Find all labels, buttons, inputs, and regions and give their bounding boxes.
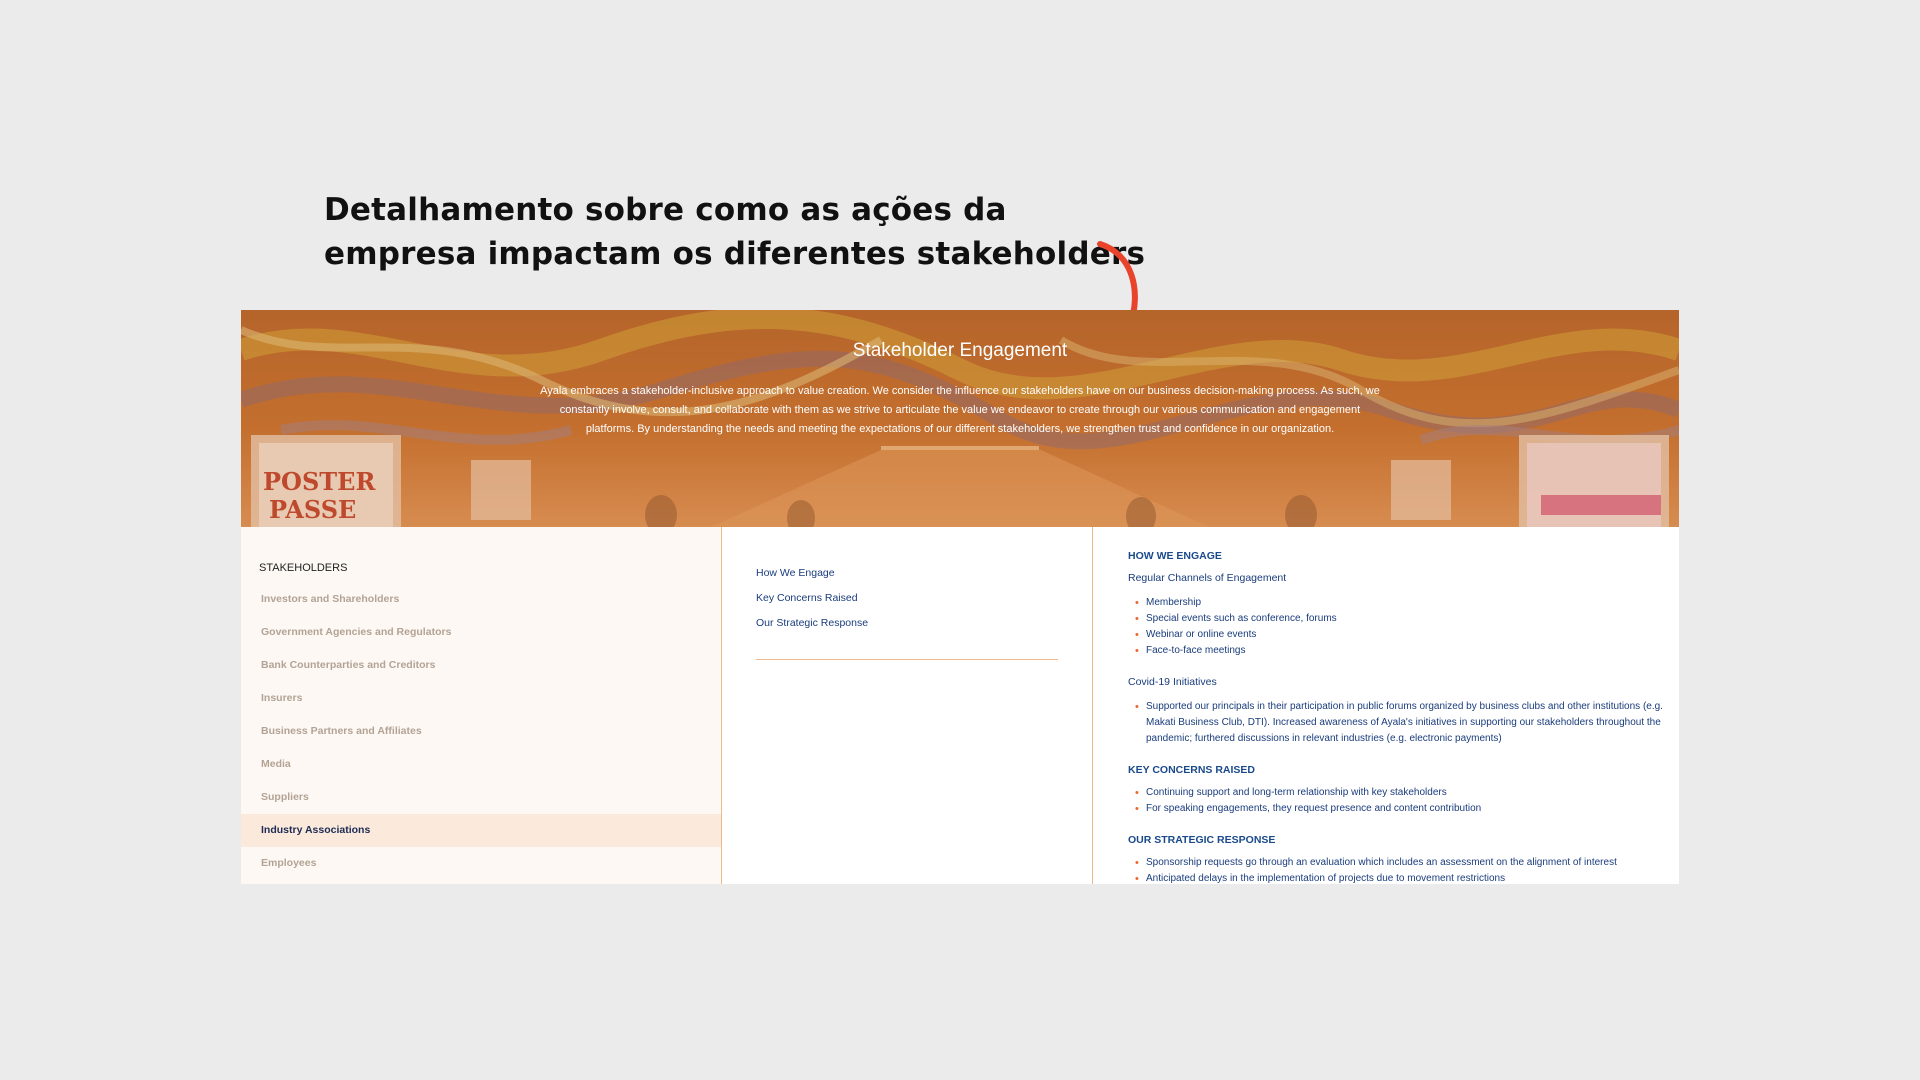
list-item: Continuing support and long-term relatio… bbox=[1128, 785, 1668, 801]
nav-link-key-concerns[interactable]: Key Concerns Raised bbox=[756, 590, 868, 615]
list-item: Sponsorship requests go through an evalu… bbox=[1128, 855, 1668, 871]
sidebar-item-suppliers[interactable]: Suppliers bbox=[241, 781, 721, 814]
covid-initiatives-list: Supported our principals in their partic… bbox=[1128, 699, 1668, 747]
heading-key-concerns: KEY CONCERNS RAISED bbox=[1128, 764, 1255, 776]
hero-description: Ayala embraces a stakeholder-inclusive a… bbox=[540, 385, 1380, 435]
list-item: Webinar or online events bbox=[1128, 627, 1668, 643]
annotation-caption: Detalhamento sobre como as ações da empr… bbox=[324, 188, 1145, 276]
sidebar-item-media[interactable]: Media bbox=[241, 748, 721, 781]
caption-line-2: empresa impactam os diferentes stakehold… bbox=[324, 236, 1146, 272]
hero-banner: POSTER PASSE Stakeholder Engagement Ayal… bbox=[241, 310, 1679, 527]
strategic-response-list: Sponsorship requests go through an evalu… bbox=[1128, 855, 1668, 884]
nav-link-how-we-engage[interactable]: How We Engage bbox=[756, 565, 868, 590]
sidebar-item-investors[interactable]: Investors and Shareholders bbox=[241, 583, 721, 616]
section-nav-list: How We Engage Key Concerns Raised Our St… bbox=[756, 565, 868, 640]
section-nav: How We Engage Key Concerns Raised Our St… bbox=[722, 527, 1093, 884]
list-item: Membership bbox=[1128, 595, 1668, 611]
sidebar-item-banks[interactable]: Bank Counterparties and Creditors bbox=[241, 649, 721, 682]
list-item: For speaking engagements, they request p… bbox=[1128, 801, 1668, 817]
list-item: Anticipated delays in the implementation… bbox=[1128, 871, 1668, 884]
sidebar-item-business-partners[interactable]: Business Partners and Affiliates bbox=[241, 715, 721, 748]
website-screenshot: POSTER PASSE Stakeholder Engagement Ayal… bbox=[241, 310, 1679, 884]
divider bbox=[756, 659, 1058, 660]
hero-title: Stakeholder Engagement bbox=[852, 340, 1068, 361]
sidebar-item-industry-associations[interactable]: Industry Associations bbox=[241, 814, 721, 847]
detail-content: HOW WE ENGAGE Regular Channels of Engage… bbox=[1093, 527, 1679, 884]
heading-how-we-engage: HOW WE ENGAGE bbox=[1128, 550, 1222, 562]
caption-line-1: Detalhamento sobre como as ações da bbox=[324, 192, 1007, 228]
regular-channels-list: Membership Special events such as confer… bbox=[1128, 595, 1668, 659]
sidebar-heading: STAKEHOLDERS bbox=[259, 562, 348, 574]
list-item: Face-to-face meetings bbox=[1128, 643, 1668, 659]
sidebar-item-government[interactable]: Government Agencies and Regulators bbox=[241, 616, 721, 649]
nav-link-strategic-response[interactable]: Our Strategic Response bbox=[756, 615, 868, 640]
sidebar-list: Investors and Shareholders Government Ag… bbox=[241, 583, 721, 880]
sidebar-item-employees[interactable]: Employees bbox=[241, 847, 721, 880]
stakeholders-sidebar: STAKEHOLDERS Investors and Shareholders … bbox=[241, 527, 722, 884]
key-concerns-list: Continuing support and long-term relatio… bbox=[1128, 785, 1668, 817]
sidebar-item-insurers[interactable]: Insurers bbox=[241, 682, 721, 715]
subheading-covid-initiatives: Covid-19 Initiatives bbox=[1128, 676, 1217, 688]
heading-strategic-response: OUR STRATEGIC RESPONSE bbox=[1128, 834, 1276, 846]
subheading-regular-channels: Regular Channels of Engagement bbox=[1128, 572, 1287, 584]
list-item: Supported our principals in their partic… bbox=[1128, 699, 1668, 747]
list-item: Special events such as conference, forum… bbox=[1128, 611, 1668, 627]
